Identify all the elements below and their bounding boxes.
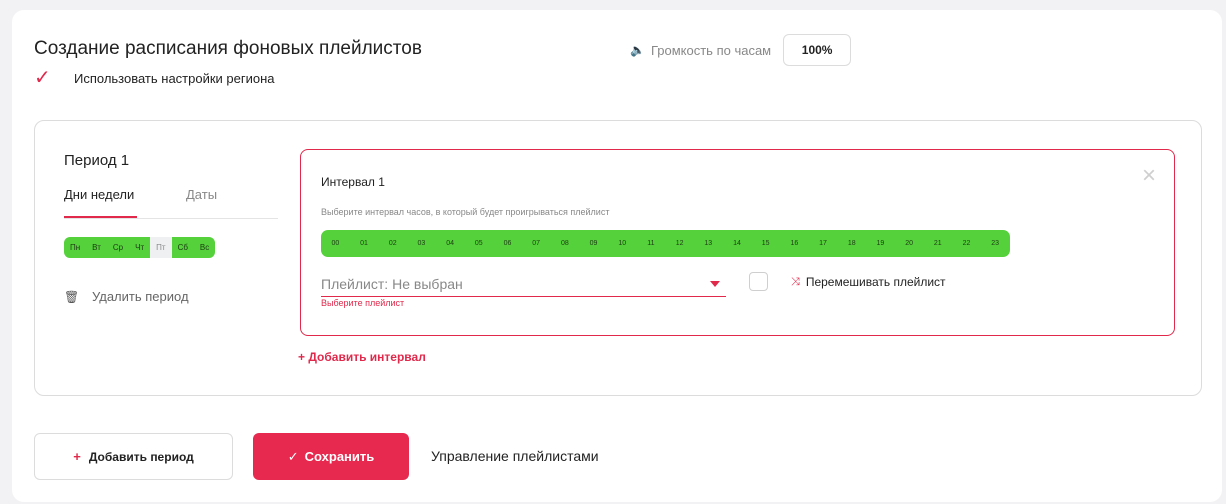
- use-region-checkbox[interactable]: ✓: [34, 68, 54, 88]
- day-sat[interactable]: Сб: [171, 237, 194, 258]
- page-title: Создание расписания фоновых плейлистов: [34, 38, 422, 59]
- hour-07[interactable]: 07: [521, 230, 551, 257]
- interval-title: Интервал 1: [321, 175, 385, 189]
- day-fri[interactable]: Пт: [150, 237, 172, 258]
- interval-hint: Выберите интервал часов, в который будет…: [321, 207, 610, 217]
- day-sun[interactable]: Вс: [193, 237, 216, 258]
- hour-23[interactable]: 23: [980, 230, 1010, 257]
- interval-panel: Интервал 1 × Выберите интервал часов, в …: [300, 149, 1175, 336]
- playlist-value: Не выбран: [392, 276, 463, 292]
- hour-05[interactable]: 05: [464, 230, 494, 257]
- hour-04[interactable]: 04: [435, 230, 465, 257]
- save-label: Сохранить: [304, 449, 375, 464]
- add-period-label: Добавить период: [88, 449, 194, 464]
- hour-17[interactable]: 17: [808, 230, 838, 257]
- day-thu[interactable]: Чт: [129, 237, 151, 258]
- add-interval-button[interactable]: + Добавить интервал: [298, 350, 426, 364]
- tab-weekdays[interactable]: Дни недели: [64, 187, 137, 218]
- hour-12[interactable]: 12: [665, 230, 694, 257]
- hour-selector: 00 01 02 03 04 05 06 07 08 09 10 11 12 1…: [321, 230, 1010, 257]
- hour-11[interactable]: 11: [636, 230, 666, 257]
- hour-19[interactable]: 19: [866, 230, 895, 257]
- shuffle-row[interactable]: ⤨ Перемешивать плейлист: [791, 275, 946, 289]
- hour-18[interactable]: 18: [837, 230, 867, 257]
- day-mon[interactable]: Пн: [64, 237, 87, 258]
- save-button[interactable]: ✓ Сохранить: [253, 433, 409, 480]
- hour-00[interactable]: 00: [321, 230, 350, 257]
- trash-icon: 🗑: [64, 289, 80, 304]
- weekday-selector: Пн Вт Ср Чт Пт Сб Вс: [64, 237, 216, 258]
- day-wed[interactable]: Ср: [106, 237, 130, 258]
- manage-playlists-link[interactable]: Управление плейлистами: [431, 448, 599, 464]
- hour-15[interactable]: 15: [751, 230, 780, 257]
- hour-20[interactable]: 20: [894, 230, 924, 257]
- hour-01[interactable]: 01: [349, 230, 379, 257]
- period-tabs: Дни недели Даты: [64, 187, 278, 219]
- playlist-select[interactable]: Плейлист: Не выбран: [321, 272, 726, 297]
- hour-02[interactable]: 02: [378, 230, 408, 257]
- hour-14[interactable]: 14: [722, 230, 752, 257]
- delete-period-label: Удалить период: [92, 289, 189, 304]
- hour-22[interactable]: 22: [952, 230, 981, 257]
- hour-21[interactable]: 21: [923, 230, 953, 257]
- delete-period-button[interactable]: 🗑 Удалить период: [64, 289, 189, 304]
- shuffle-checkbox[interactable]: [749, 272, 768, 291]
- use-region-label: Использовать настройки региона: [74, 70, 275, 86]
- period-panel: Период 1 Дни недели Даты Пн Вт Ср Чт Пт …: [34, 120, 1202, 396]
- caret-down-icon: [710, 281, 720, 287]
- use-region-row[interactable]: ✓ Использовать настройки региона: [34, 68, 275, 88]
- hour-03[interactable]: 03: [407, 230, 436, 257]
- speaker-icon: 🔈: [630, 43, 645, 57]
- hour-08[interactable]: 08: [550, 230, 580, 257]
- playlist-label: Плейлист:: [321, 276, 389, 292]
- shuffle-icon: ⤨: [791, 275, 800, 288]
- hour-10[interactable]: 10: [607, 230, 637, 257]
- tab-dates[interactable]: Даты: [186, 187, 217, 202]
- hour-13[interactable]: 13: [693, 230, 723, 257]
- check-icon: ✓: [287, 448, 299, 464]
- hour-06[interactable]: 06: [493, 230, 522, 257]
- period-title: Период 1: [64, 152, 130, 169]
- shuffle-label: Перемешивать плейлист: [805, 275, 946, 289]
- hour-09[interactable]: 09: [579, 230, 608, 257]
- volume-input[interactable]: 100%: [783, 34, 852, 66]
- hourly-volume: 🔈 Громкость по часам 100%: [630, 34, 852, 66]
- playlist-error: Выберите плейлист: [321, 298, 405, 308]
- volume-label: Громкость по часам: [650, 42, 772, 58]
- close-icon[interactable]: ×: [1142, 164, 1156, 188]
- plus-icon: +: [73, 449, 81, 464]
- hour-16[interactable]: 16: [780, 230, 809, 257]
- add-period-button[interactable]: + Добавить период: [34, 433, 233, 480]
- day-tue[interactable]: Вт: [86, 237, 107, 258]
